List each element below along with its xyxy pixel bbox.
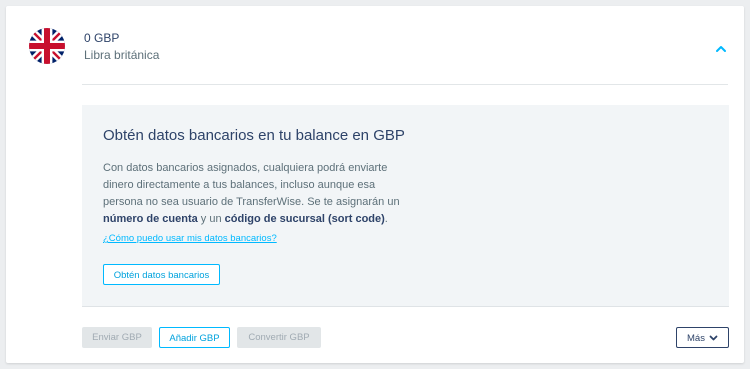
uk-flag-icon <box>29 28 65 64</box>
chevron-down-icon <box>709 335 718 341</box>
convert-gbp-button[interactable]: Convertir GBP <box>237 327 321 348</box>
balance-amount: 0 GBP <box>84 31 120 45</box>
description-intro: Con datos bancarios asignados, cualquier… <box>103 162 400 208</box>
divider <box>82 84 728 85</box>
get-bank-details-button[interactable]: Obtén datos bancarios <box>103 264 220 285</box>
panel-description: Con datos bancarios asignados, cualquier… <box>103 160 413 228</box>
send-gbp-button[interactable]: Enviar GBP <box>82 327 152 348</box>
more-button-label: Más <box>687 333 705 344</box>
balance-card: 0 GBP Libra británica Obtén datos bancar… <box>6 6 744 363</box>
description-period: . <box>384 213 388 225</box>
bank-details-help-link[interactable]: ¿Cómo puedo usar mis datos bancarios? <box>103 233 277 244</box>
panel-title: Obtén datos bancarios en tu balance en G… <box>103 127 405 144</box>
account-number-text: número de cuenta <box>103 213 198 225</box>
currency-name: Libra británica <box>84 48 160 62</box>
chevron-up-icon[interactable] <box>715 41 727 52</box>
sort-code-text: código de sucursal (sort code) <box>224 213 385 225</box>
description-connector: y un <box>197 213 225 225</box>
bank-details-panel: Obtén datos bancarios en tu balance en G… <box>82 105 729 307</box>
more-button[interactable]: Más <box>676 327 729 348</box>
add-gbp-button[interactable]: Añadir GBP <box>159 327 230 348</box>
